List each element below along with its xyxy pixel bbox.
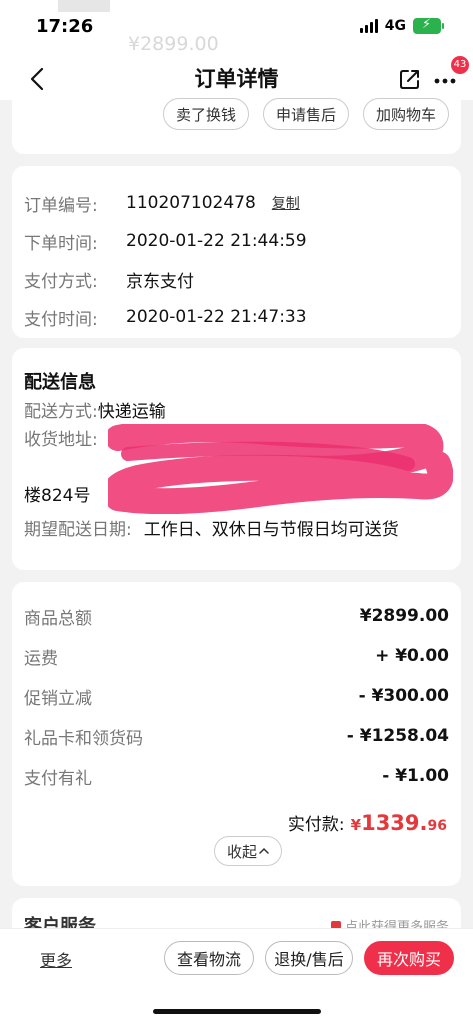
paid-amount-integer: 1339. [361,811,428,835]
shipping-method-row: 配送方式: 快递运输 [24,398,449,426]
payment-row-value: - ¥1258.04 [346,726,449,746]
shipping-section-title: 配送信息 [24,372,96,393]
pay-method-value: 京东支付 [126,271,194,292]
address-label: 收货地址: [24,430,98,450]
payment-row-value: - ¥1.00 [382,766,449,786]
page-title: 订单详情 [194,67,279,91]
payment-row: 运费 + ¥0.00 [24,636,449,676]
network-type: 4G [384,18,406,34]
more-link[interactable]: 更多 [40,947,72,971]
share-button[interactable] [399,68,421,94]
payment-summary-card: 商品总额 ¥2899.00 运费 + ¥0.00 促销立减 - ¥300.00 … [12,582,461,886]
order-number-label: 订单编号: [24,195,98,216]
buy-again-button[interactable]: 再次购买 [364,941,454,975]
shipping-method-label: 配送方式: [24,402,98,422]
expected-date-label: 期望配送日期: [24,520,132,540]
payment-row-label: 商品总额 [24,608,92,629]
payment-row: 支付有礼 - ¥1.00 [24,756,449,796]
paid-amount-label: 实付款: [287,815,345,835]
chevron-up-icon [259,847,269,854]
view-logistics-button[interactable]: 查看物流 [164,941,254,975]
order-number-value: 110207102478 [126,193,256,213]
payment-row-label: 礼品卡和领货码 [24,728,143,749]
message-count-badge: 43 [451,56,469,74]
return-after-sale-button[interactable]: 退换/售后 [265,941,353,975]
order-info-card: 订单编号: 110207102478 复制 下单时间: 2020-01-22 2… [12,166,461,338]
expected-date-value: 工作日、双休日与节假日均可送货 [143,520,399,540]
paid-amount-decimal: 96 [427,818,447,834]
pay-time-label: 支付时间: [24,309,98,330]
nav-bar: 订单详情 43 [0,52,473,104]
bottom-action-bar: 更多 查看物流 退换/售后 再次购买 [0,928,473,1024]
collapse-button[interactable]: 收起 [214,836,282,866]
pay-time-row: 支付时间: 2020-01-22 21:47:33 [24,298,449,336]
pay-time-value: 2020-01-22 21:47:33 [126,307,307,327]
shipping-method-value: 快递运输 [97,402,166,422]
payment-row-label: 促销立减 [24,688,92,709]
payment-row-value: - ¥300.00 [358,686,449,706]
expected-date-row: 期望配送日期: 工作日、双休日与节假日均可送货 [24,516,449,544]
payment-row: 促销立减 - ¥300.00 [24,676,449,716]
payment-row-label: 支付有礼 [24,768,92,789]
back-button[interactable] [24,66,50,92]
payment-row: 商品总额 ¥2899.00 [24,596,449,636]
paid-amount-line: 实付款: ¥ 1339. 96 [24,810,449,835]
payment-row-value: ¥2899.00 [359,606,449,626]
order-time-row: 下单时间: 2020-01-22 21:44:59 [24,222,449,260]
more-menu-button[interactable]: 43 [433,56,469,94]
shipping-info-card: 配送信息 配送方式: 快递运输 收货地址: 楼824号 期望配送日期: 工作日、… [12,348,461,570]
order-number-row: 订单编号: 110207102478 复制 [24,184,449,222]
home-indicator [153,1009,321,1014]
battery-icon: ⚡ [413,17,444,34]
chevron-left-icon [30,67,44,91]
status-time: 17:26 [36,15,94,37]
address-redaction-scribble [108,424,453,514]
share-icon [400,70,419,89]
payment-row: 礼品卡和领货码 - ¥1258.04 [24,716,449,756]
payment-row-value: + ¥0.00 [375,646,449,666]
pay-method-label: 支付方式: [24,271,98,292]
order-time-label: 下单时间: [24,233,98,254]
signal-icon [359,19,378,33]
payment-row-label: 运费 [24,648,58,669]
status-indicators: 4G ⚡ [359,17,444,34]
pay-method-row: 支付方式: 京东支付 [24,260,449,298]
status-bar: 17:26 4G ⚡ [0,0,473,52]
order-time-value: 2020-01-22 21:44:59 [126,231,307,251]
copy-button[interactable]: 复制 [272,193,300,213]
paid-amount-symbol: ¥ [350,816,362,834]
collapse-label: 收起 [226,842,257,861]
